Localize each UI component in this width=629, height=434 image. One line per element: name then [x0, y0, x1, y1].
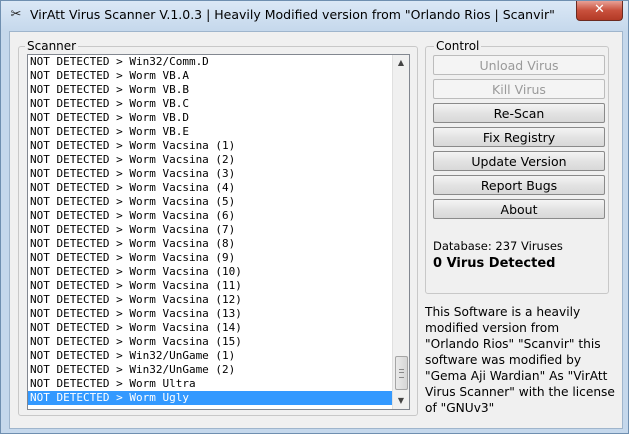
app-window: ✂ VirAtt Virus Scanner V.1.0.3 | Heavily…	[0, 0, 629, 434]
about-description: This Software is a heavily modified vers…	[425, 305, 615, 415]
list-item[interactable]: NOT DETECTED > Worm Vacsina (8)	[28, 237, 392, 251]
list-item[interactable]: NOT DETECTED > Win32/UnGame (2)	[28, 363, 392, 377]
detected-count: 0 Virus Detected	[433, 256, 556, 271]
list-item[interactable]: NOT DETECTED > Worm Vacsina (10)	[28, 265, 392, 279]
list-item[interactable]: NOT DETECTED > Worm Vacsina (5)	[28, 195, 392, 209]
list-item[interactable]: NOT DETECTED > Worm Vacsina (3)	[28, 167, 392, 181]
list-item[interactable]: NOT DETECTED > Worm Vacsina (12)	[28, 293, 392, 307]
list-item[interactable]: NOT DETECTED > Worm VB.E	[28, 125, 392, 139]
scan-results-items: NOT DETECTED > Win32/Comm.D NOT DETECTED …	[28, 55, 392, 405]
list-item[interactable]: NOT DETECTED > Worm Vacsina (9)	[28, 251, 392, 265]
control-group-label: Control	[434, 39, 482, 53]
list-item[interactable]: NOT DETECTED > Worm VB.C	[28, 97, 392, 111]
control-group: Control Unload Virus Kill Virus Re-Scan …	[425, 39, 609, 294]
list-item[interactable]: NOT DETECTED > Win32/UnGame (1)	[28, 349, 392, 363]
list-item[interactable]: NOT DETECTED > Worm Vacsina (1)	[28, 139, 392, 153]
list-item[interactable]: NOT DETECTED > Worm Vacsina (7)	[28, 223, 392, 237]
title-bar[interactable]: ✂ VirAtt Virus Scanner V.1.0.3 | Heavily…	[1, 1, 628, 29]
list-item[interactable]: NOT DETECTED > Worm Vacsina (13)	[28, 307, 392, 321]
kill-virus-button[interactable]: Kill Virus	[433, 79, 605, 99]
scroll-up-arrow-icon[interactable]: ▲	[393, 55, 409, 71]
list-item[interactable]: NOT DETECTED > Worm VB.D	[28, 111, 392, 125]
scanner-group-label: Scanner	[25, 39, 79, 53]
unload-virus-button[interactable]: Unload Virus	[433, 55, 605, 75]
list-item[interactable]: NOT DETECTED > Worm VB.A	[28, 69, 392, 83]
list-item[interactable]: NOT DETECTED > Worm Ugly	[28, 391, 392, 405]
list-item[interactable]: NOT DETECTED > Worm Vacsina (15)	[28, 335, 392, 349]
list-item[interactable]: NOT DETECTED > Worm VB.B	[28, 83, 392, 97]
list-item[interactable]: NOT DETECTED > Win32/Comm.D	[28, 55, 392, 69]
rescan-button[interactable]: Re-Scan	[433, 103, 605, 123]
list-item[interactable]: NOT DETECTED > Worm Vacsina (14)	[28, 321, 392, 335]
grip-icon	[399, 369, 404, 378]
scissors-icon[interactable]: ✂	[8, 7, 24, 23]
scan-results-list[interactable]: NOT DETECTED > Win32/Comm.D NOT DETECTED …	[27, 54, 410, 410]
scrollbar-thumb[interactable]	[395, 356, 408, 390]
fix-registry-button[interactable]: Fix Registry	[433, 127, 605, 147]
list-item[interactable]: NOT DETECTED > Worm Vacsina (6)	[28, 209, 392, 223]
report-bugs-button[interactable]: Report Bugs	[433, 175, 605, 195]
list-item[interactable]: NOT DETECTED > Worm Vacsina (11)	[28, 279, 392, 293]
list-item[interactable]: NOT DETECTED > Worm Vacsina (2)	[28, 153, 392, 167]
vertical-scrollbar[interactable]: ▲ ▼	[392, 55, 409, 409]
database-count: Database: 237 Viruses	[433, 239, 563, 253]
list-item[interactable]: NOT DETECTED > Worm Vacsina (4)	[28, 181, 392, 195]
scroll-down-arrow-icon[interactable]: ▼	[393, 393, 409, 409]
list-item[interactable]: NOT DETECTED > Worm Ultra	[28, 377, 392, 391]
window-title: VirAtt Virus Scanner V.1.0.3 | Heavily M…	[30, 7, 555, 22]
about-button[interactable]: About	[433, 199, 605, 219]
update-version-button[interactable]: Update Version	[433, 151, 605, 171]
client-area: Scanner NOT DETECTED > Win32/Comm.D NOT D…	[9, 31, 623, 429]
scanner-group: Scanner NOT DETECTED > Win32/Comm.D NOT D…	[18, 39, 418, 416]
close-button[interactable]: ✕	[576, 1, 623, 21]
